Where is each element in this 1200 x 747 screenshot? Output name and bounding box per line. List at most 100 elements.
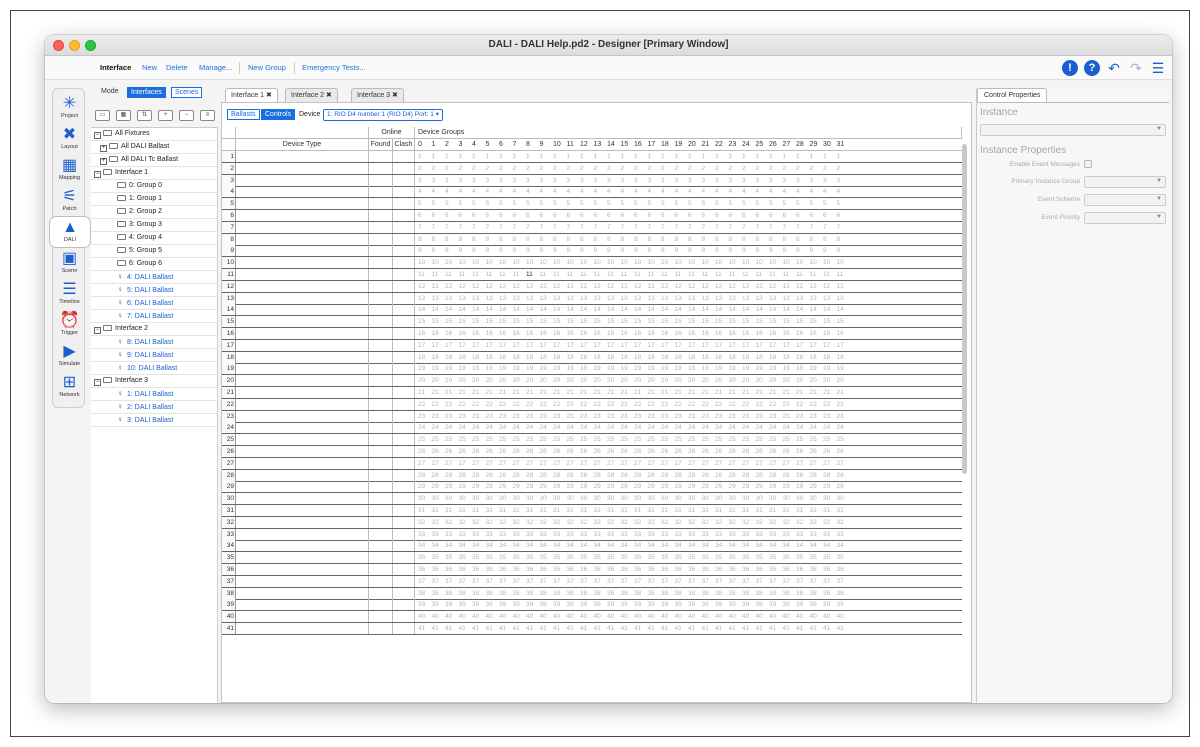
group-cell[interactable]: 10 <box>823 257 837 268</box>
group-cell[interactable]: 12 <box>837 281 851 292</box>
group-cell[interactable]: 19 <box>675 363 689 374</box>
group-cell[interactable]: 28 <box>553 470 567 481</box>
group-cell[interactable]: 32 <box>580 517 594 528</box>
group-cell[interactable]: 11 <box>486 269 500 280</box>
group-cell[interactable]: 11 <box>634 269 648 280</box>
group-cell[interactable]: 7 <box>553 222 567 233</box>
group-cell[interactable]: 32 <box>567 517 581 528</box>
group-cell[interactable]: 5 <box>553 198 567 209</box>
found-cell[interactable] <box>369 162 393 174</box>
group-cell[interactable]: 19 <box>418 363 432 374</box>
group-cell[interactable]: 4 <box>472 186 486 197</box>
group-cell[interactable]: 18 <box>459 352 473 363</box>
group-cell[interactable]: 27 <box>607 458 621 469</box>
group-cell[interactable]: 16 <box>621 328 635 339</box>
group-cell[interactable]: 22 <box>526 399 540 410</box>
group-cell[interactable]: 9 <box>418 245 432 256</box>
table-row[interactable]: 17 17 17 17 17 17 17 17 17 17 17 17 17 17 17 17 17 17 17 17… <box>222 339 962 352</box>
group-cell[interactable]: 12 <box>742 281 756 292</box>
group-cell[interactable]: 13 <box>661 293 675 304</box>
group-cell[interactable]: 9 <box>594 245 608 256</box>
group-cell[interactable]: 24 <box>499 422 513 433</box>
group-cell[interactable]: 14 <box>459 304 473 315</box>
group-cell[interactable]: 9 <box>810 245 824 256</box>
group-cell[interactable]: 37 <box>526 576 540 587</box>
group-cell[interactable]: 33 <box>823 529 837 540</box>
table-row[interactable]: 37 37 37 37 37 37 37 37 37 37 37 37 37 37 37 37 37 37 37 37… <box>222 575 962 588</box>
group-cell[interactable]: 9 <box>796 245 810 256</box>
group-cell[interactable]: 40 <box>823 611 837 622</box>
group-cell[interactable]: 35 <box>756 552 770 563</box>
group-cell[interactable]: 8 <box>567 234 581 245</box>
group-cell[interactable]: 12 <box>823 281 837 292</box>
group-cell[interactable]: 24 <box>675 422 689 433</box>
group-cell[interactable]: 2 <box>756 163 770 174</box>
group-cell[interactable]: 9 <box>661 245 675 256</box>
clash-cell[interactable] <box>393 422 415 434</box>
group-cell[interactable]: 40 <box>459 611 473 622</box>
tree-folder-item[interactable]: − All Fixtures <box>91 128 218 141</box>
group-cell[interactable]: 1 <box>702 151 716 162</box>
group-cell[interactable]: 36 <box>715 564 729 575</box>
group-cell[interactable]: 2 <box>742 163 756 174</box>
group-cell[interactable]: 13 <box>729 293 743 304</box>
nav-item-scene[interactable]: ▣ Scene <box>53 248 86 278</box>
table-row[interactable]: 19 19 19 19 19 19 19 19 19 19 19 19 19 19 19 19 19 19 19 19… <box>222 363 962 376</box>
group-cell[interactable]: 5 <box>486 198 500 209</box>
group-cell[interactable]: 15 <box>499 316 513 327</box>
group-cell[interactable]: 31 <box>472 505 486 516</box>
group-cell[interactable]: 15 <box>702 316 716 327</box>
device-type-cell[interactable] <box>236 316 369 328</box>
group-cell[interactable]: 1 <box>526 151 540 162</box>
table-row[interactable]: 666666666666666666666666666666666 <box>222 210 962 222</box>
group-cell[interactable]: 37 <box>472 576 486 587</box>
group-cell[interactable]: 41 <box>688 623 702 634</box>
group-cell[interactable]: 20 <box>796 375 810 386</box>
mode-scenes-button[interactable]: Scenes <box>171 87 203 98</box>
clash-cell[interactable] <box>393 174 415 186</box>
group-cell[interactable]: 41 <box>567 623 581 634</box>
group-cell[interactable]: 5 <box>499 198 513 209</box>
group-cell[interactable]: 11 <box>688 269 702 280</box>
group-cell[interactable]: 13 <box>567 293 581 304</box>
group-cell[interactable]: 20 <box>729 375 743 386</box>
group-cell[interactable]: 33 <box>459 529 473 540</box>
group-cell[interactable]: 15 <box>634 316 648 327</box>
group-cell[interactable]: 11 <box>499 269 513 280</box>
group-cell[interactable]: 25 <box>675 434 689 445</box>
group-cell[interactable]: 26 <box>756 446 770 457</box>
group-column-header[interactable]: 20 <box>688 139 702 150</box>
group-column-header[interactable]: 7 <box>513 139 527 150</box>
group-cell[interactable]: 17 <box>715 340 729 351</box>
group-cell[interactable]: 29 <box>499 481 513 492</box>
group-cell[interactable]: 36 <box>783 564 797 575</box>
group-cell[interactable]: 16 <box>715 328 729 339</box>
found-cell[interactable] <box>369 174 393 186</box>
found-cell[interactable] <box>369 292 393 304</box>
group-cell[interactable]: 34 <box>729 540 743 551</box>
group-cell[interactable]: 13 <box>648 293 662 304</box>
redo-icon[interactable]: ↷ <box>1128 60 1144 76</box>
group-cell[interactable]: 12 <box>553 281 567 292</box>
group-cell[interactable]: 6 <box>432 210 446 221</box>
group-cell[interactable]: 18 <box>675 352 689 363</box>
group-cell[interactable]: 19 <box>702 363 716 374</box>
group-cell[interactable]: 18 <box>580 352 594 363</box>
found-cell[interactable] <box>369 469 393 481</box>
header-found[interactable]: Found <box>369 139 393 151</box>
group-cell[interactable]: 30 <box>661 493 675 504</box>
group-cell[interactable]: 10 <box>580 257 594 268</box>
group-cell[interactable]: 1 <box>742 151 756 162</box>
group-cell[interactable]: 3 <box>621 175 635 186</box>
group-cell[interactable]: 28 <box>418 470 432 481</box>
group-cell[interactable]: 20 <box>742 375 756 386</box>
group-cell[interactable]: 24 <box>607 422 621 433</box>
group-cell[interactable]: 9 <box>783 245 797 256</box>
group-cell[interactable]: 24 <box>756 422 770 433</box>
group-cell[interactable]: 13 <box>526 293 540 304</box>
group-cell[interactable]: 5 <box>594 198 608 209</box>
group-cell[interactable]: 37 <box>445 576 459 587</box>
group-cell[interactable]: 7 <box>702 222 716 233</box>
group-cell[interactable]: 32 <box>810 517 824 528</box>
table-row[interactable]: 30 30 30 30 30 30 30 30 30 30 30 30 30 30 30 30 30 30 30 30… <box>222 493 962 506</box>
